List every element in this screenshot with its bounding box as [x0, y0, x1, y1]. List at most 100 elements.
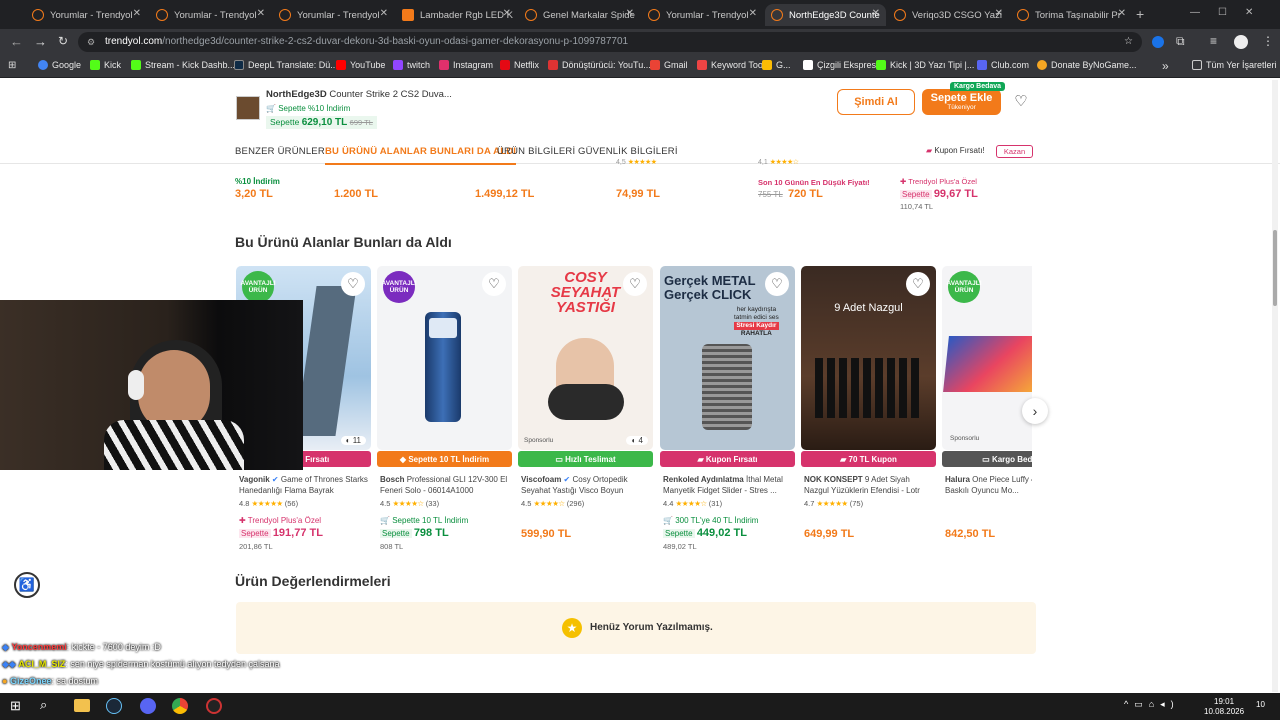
favorite-heart-icon[interactable]: ♡: [906, 272, 930, 296]
tab-product-info[interactable]: ÜRÜN BİLGİLERİ: [497, 146, 575, 157]
bookmark-twitch[interactable]: twitch: [393, 60, 430, 70]
page-scrollbar[interactable]: [1272, 80, 1278, 692]
chat-username: GizeOnee: [9, 676, 52, 686]
product-card[interactable]: Gerçek METAL Gerçek CLICK her kaydırışta t…: [660, 266, 795, 556]
bookmark-netflix[interactable]: Netflix: [500, 60, 539, 70]
earn-coupon-button[interactable]: Kazan: [996, 145, 1033, 158]
more-bookmarks-icon[interactable]: »: [1162, 59, 1169, 73]
bookmark-kick-3d[interactable]: Kick | 3D Yazı Tipi |...: [876, 60, 974, 70]
browser-tab[interactable]: Yorumlar - Trendyol ✕: [273, 4, 394, 26]
obs-icon[interactable]: [206, 698, 222, 714]
discord-icon[interactable]: [140, 698, 156, 714]
browser-tab[interactable]: Yorumlar - Trendyol ✕: [642, 4, 763, 26]
rating-stars: ★★★★☆: [533, 499, 566, 508]
browser-tab[interactable]: Yorumlar - Trendyol ✕: [150, 4, 271, 26]
product-card[interactable]: 9 Adet Nazgul ♡ ▰ 70 TL Kupon NOK KONSEP…: [801, 266, 936, 556]
browser-tab-active[interactable]: NorthEdge3D Counte ✕: [765, 4, 886, 26]
browser-tab[interactable]: Genel Markalar Spide ✕: [519, 4, 640, 26]
old-price: 489,02 TL: [663, 542, 697, 551]
chat-badge-icon: ◆◆: [2, 659, 16, 669]
accessibility-icon[interactable]: ♿: [14, 572, 40, 598]
profile-avatar[interactable]: [1234, 35, 1248, 49]
add-to-cart-button[interactable]: Sepete Ekle Tükeniyor: [922, 89, 1001, 115]
bookmark-all[interactable]: Tüm Yer İşaretleri: [1192, 60, 1277, 70]
bookmark-google[interactable]: Google: [38, 60, 81, 70]
promo-band: ▰ Kupon Fırsatı: [660, 451, 795, 467]
close-tab-icon[interactable]: ✕: [995, 8, 1003, 19]
bookmark-deepl[interactable]: DeepL Translate: Dü...: [234, 60, 338, 70]
back-arrow-icon[interactable]: ←: [10, 34, 23, 49]
system-tray-icons[interactable]: ^▭⌂◂): [1124, 699, 1180, 710]
bookmark-star-icon[interactable]: ☆: [1124, 32, 1133, 52]
media-icon[interactable]: ≡: [1210, 34, 1217, 48]
bookmark-keyword-tool[interactable]: Keyword Tool: [697, 60, 765, 70]
bookmark-club[interactable]: Club.com: [977, 60, 1029, 70]
close-tab-icon[interactable]: ✕: [1118, 8, 1126, 19]
bookmark-label: Donate ByNoGame...: [1051, 60, 1137, 70]
url-path: /northedge3d/counter-strike-2-cs2-duvar-…: [162, 36, 629, 47]
close-tab-icon[interactable]: ✕: [626, 8, 634, 19]
menu-kebab-icon[interactable]: ⋮: [1262, 34, 1274, 48]
basket-price-row: Sepette 449,02 TL: [663, 527, 747, 539]
system-clock[interactable]: 19:01 10.08.2026: [1204, 697, 1244, 717]
search-icon[interactable]: ⌕: [40, 697, 47, 713]
image-headline-line: Gerçek CLICK: [664, 287, 752, 302]
bookmark-kick-dashboard[interactable]: Stream - Kick Dashb...: [131, 60, 235, 70]
bookmark-youtube[interactable]: YouTube: [336, 60, 385, 70]
buy-now-button[interactable]: Şimdi Al: [837, 89, 915, 115]
url-field[interactable]: ⚙ trendyol.com/northedge3d/counter-strik…: [78, 32, 1142, 52]
bookmark-g[interactable]: G...: [762, 60, 791, 70]
prev-product-price: 720 TL: [788, 188, 823, 200]
browser-tab[interactable]: Lambader Rgb LED K ✕: [396, 4, 517, 26]
favorite-heart-icon[interactable]: ♡: [765, 272, 789, 296]
bookmark-cizgili-ekspres[interactable]: Çizgili Ekspres: [803, 60, 876, 70]
notification-count[interactable]: 10: [1256, 700, 1265, 709]
file-explorer-icon[interactable]: [74, 699, 90, 712]
rating-value: 4.5: [521, 499, 532, 508]
apps-grid-icon[interactable]: ⊞: [8, 60, 16, 71]
site-info-icon[interactable]: ⚙: [87, 32, 95, 52]
basket-label: Sepette: [900, 190, 932, 199]
kick-icon: [876, 60, 886, 70]
window-controls[interactable]: —☐✕: [1190, 7, 1271, 18]
browser-tab[interactable]: Veriqo3D CSGO Yazi ✕: [888, 4, 1009, 26]
new-tab-icon[interactable]: +: [1136, 6, 1144, 22]
chrome-icon[interactable]: [172, 698, 188, 714]
extensions-puzzle-icon[interactable]: ⧉: [1176, 34, 1185, 49]
close-tab-icon[interactable]: ✕: [257, 8, 265, 19]
extension-icon[interactable]: [1152, 36, 1164, 48]
product-card[interactable]: COSY SEYAHAT YASTIĞI Sponsorlu ◐ 4 ♡ ▭ Hız…: [518, 266, 653, 556]
bookmark-gmail[interactable]: Gmail: [650, 60, 688, 70]
tab-bought-together[interactable]: BU ÜRÜNÜ ALANLAR BUNLARI DA ALDI: [325, 146, 517, 165]
carousel-next-chevron-icon[interactable]: ›: [1022, 398, 1048, 424]
add-to-cart-sublabel: Tükeniyor: [947, 104, 976, 111]
product-card[interactable]: AVANTAJLI ÜRÜN ♡ ◆ Sepette 10 TL İndirim…: [377, 266, 512, 556]
browser-tab[interactable]: Torima Taşınabilir Pr ✕: [1011, 4, 1132, 26]
tab-similar[interactable]: BENZER ÜRÜNLER: [235, 146, 325, 157]
scrollbar-thumb[interactable]: [1273, 230, 1277, 306]
favorite-heart-icon[interactable]: ♡: [1011, 92, 1031, 112]
bookmark-converter[interactable]: Dönüştürücü: YouTu...: [548, 60, 651, 70]
flashlight-lens-shape: [429, 318, 457, 338]
gmail-icon: [650, 60, 660, 70]
close-tab-icon[interactable]: ✕: [133, 8, 141, 19]
steam-icon[interactable]: [106, 698, 122, 714]
forward-arrow-icon[interactable]: →: [34, 34, 47, 49]
product-card[interactable]: Sponsorlu AVANTAJLI ÜRÜN ▭ Kargo Beda Ha…: [942, 266, 1032, 556]
tab-security-info[interactable]: GÜVENLİK BİLGİLERİ: [578, 146, 678, 157]
windows-start-icon[interactable]: ⊞: [10, 698, 21, 714]
favorite-heart-icon[interactable]: ♡: [341, 272, 365, 296]
close-tab-icon[interactable]: ✕: [872, 8, 880, 19]
favorite-heart-icon[interactable]: ♡: [482, 272, 506, 296]
browser-tab[interactable]: Yorumlar - Trendyol ✕: [26, 4, 147, 26]
bookmark-kick[interactable]: Kick: [90, 60, 121, 70]
favorite-heart-icon[interactable]: ♡: [623, 272, 647, 296]
close-tab-icon[interactable]: ✕: [380, 8, 388, 19]
reload-icon[interactable]: ↻: [58, 34, 68, 48]
close-tab-icon[interactable]: ✕: [749, 8, 757, 19]
product-title: Bosch Professional GLI 12V-300 El Feneri…: [380, 474, 510, 496]
bookmark-donate[interactable]: Donate ByNoGame...: [1037, 60, 1137, 70]
tab-label: Torima Taşınabilir Pr: [1035, 9, 1121, 21]
close-tab-icon[interactable]: ✕: [503, 8, 511, 19]
bookmark-instagram[interactable]: Instagram: [439, 60, 493, 70]
